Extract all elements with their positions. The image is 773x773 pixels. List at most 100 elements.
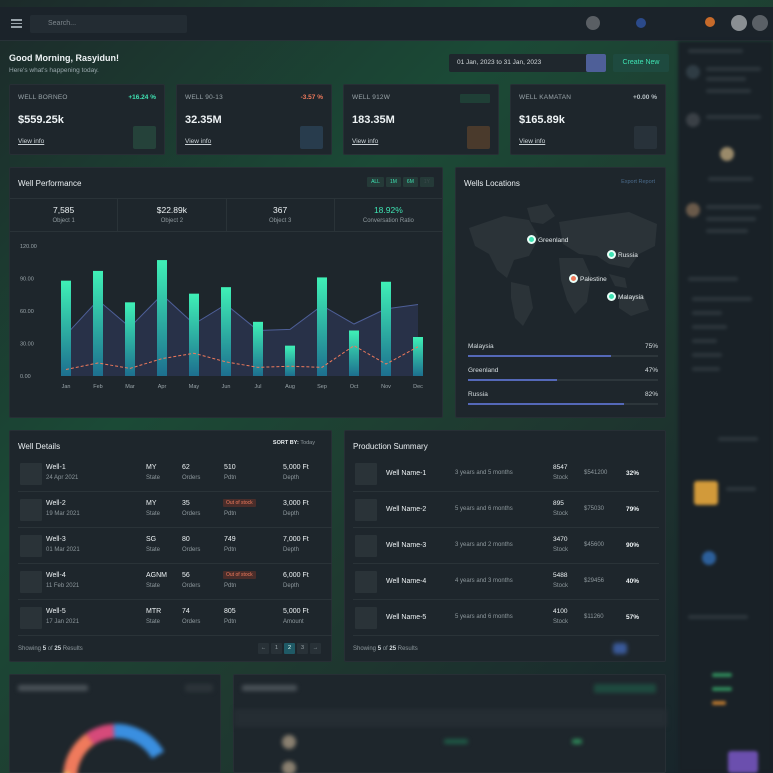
filter-6m-button[interactable]: 6M: [402, 177, 418, 187]
view-info-link[interactable]: View info: [185, 138, 211, 145]
state-label: State: [146, 511, 161, 517]
location-name: Greenland: [468, 367, 499, 374]
period-filter: ALL 1M 6M 1Y: [367, 177, 434, 187]
well-duration: 3 years and 5 months: [455, 470, 513, 476]
map-pin-palestine[interactable]: [569, 274, 578, 283]
page-2-button[interactable]: 2: [284, 643, 295, 654]
view-info-link[interactable]: View info: [519, 138, 545, 145]
filter-1y-button[interactable]: 1Y: [419, 177, 434, 187]
view-info-link[interactable]: View info: [18, 138, 44, 145]
map-pin-malaysia[interactable]: [607, 292, 616, 301]
settings-icon[interactable]: [752, 15, 768, 31]
world-map: [469, 204, 657, 326]
depth-label: Amount: [283, 619, 304, 625]
create-new-button[interactable]: Create New: [613, 54, 669, 72]
hamburger-menu-icon[interactable]: [11, 19, 22, 28]
table-row[interactable]: Well-5 17 Jan 2021 MTR State 74 Orders 8…: [18, 602, 332, 636]
progress-track: [468, 379, 658, 381]
stock-value: 5488: [553, 572, 568, 579]
table-row[interactable]: Well-3 01 Mar 2021 SG State 80 Orders 74…: [18, 530, 332, 564]
stock-value: 4100: [553, 608, 568, 615]
location-bar-russia: Russia 82%: [468, 391, 658, 405]
pagination-indicator[interactable]: [613, 643, 627, 654]
table-row[interactable]: Well-1 24 Apr 2021 MY State 62 Orders 51…: [18, 458, 332, 492]
export-report-button[interactable]: Export Report: [621, 179, 655, 185]
stat-value: 7,585: [52, 205, 75, 215]
next-page-button[interactable]: →: [310, 643, 321, 654]
well-name[interactable]: Well Name-5: [386, 614, 426, 621]
view-info-link[interactable]: View info: [352, 138, 378, 145]
pdtn-value: 749: [224, 536, 236, 543]
map-pin-greenland[interactable]: [527, 235, 536, 244]
messages-icon[interactable]: [636, 18, 646, 28]
orders-value: 62: [182, 464, 190, 471]
stat-object-1: 7,585 Object 1: [10, 199, 119, 231]
greeting-subtitle: Here's what's happening today.: [9, 67, 99, 74]
well-thumbnail: [20, 535, 42, 557]
orders-label: Orders: [182, 475, 201, 481]
pdtn-label: Pdtn: [224, 619, 237, 625]
y-tick-label: 0.00: [20, 374, 31, 380]
well-name[interactable]: Well Name-4: [386, 578, 426, 585]
well-name[interactable]: Well Name-3: [386, 542, 426, 549]
donut-chart-panel: [9, 674, 221, 773]
table-row[interactable]: Well Name-1 3 years and 5 months 8547 St…: [353, 458, 659, 492]
depth-value: 7,000 Ft: [283, 536, 309, 543]
well-name[interactable]: Well-3: [46, 536, 66, 543]
state-label: State: [146, 619, 161, 625]
search-input[interactable]: Search...: [30, 15, 187, 33]
kpi-change-badge: [460, 94, 490, 103]
notification-icon[interactable]: [586, 16, 600, 30]
filter-all-button[interactable]: ALL: [367, 177, 384, 187]
panel-title: Well Details: [18, 442, 61, 451]
well-name[interactable]: Well Name-2: [386, 506, 426, 513]
stat-value: $22.89k: [156, 205, 187, 215]
well-name[interactable]: Well-4: [46, 572, 66, 579]
stock-value: 8547: [553, 464, 568, 471]
activity-side-panel: [678, 41, 773, 773]
depth-value: 6,000 Ft: [283, 572, 309, 579]
top-bar: Search...: [0, 7, 773, 41]
table-row[interactable]: Well-4 11 Feb 2021 AGNM State 56 Orders …: [18, 566, 332, 600]
orders-value: 35: [182, 500, 190, 507]
table-row[interactable]: Well Name-3 3 years and 2 months 3470 St…: [353, 530, 659, 564]
table-row[interactable]: Well-2 19 Mar 2021 MY State 35 Orders Ou…: [18, 494, 332, 528]
cart-icon[interactable]: [705, 17, 715, 27]
pagination: ← 1 2 3 →: [258, 643, 321, 654]
state-label: State: [146, 475, 161, 481]
area-series: [66, 294, 418, 376]
page-3-button[interactable]: 3: [297, 643, 308, 654]
depth-value: 3,000 Ft: [283, 500, 309, 507]
calendar-icon[interactable]: [586, 54, 606, 72]
sort-by-dropdown[interactable]: SORT BY: Today: [273, 440, 315, 446]
date-range-picker[interactable]: 01 Jan, 2023 to 31 Jan, 2023: [449, 54, 606, 72]
location-bar-malaysia: Malaysia 75%: [468, 343, 658, 357]
performance-stats: 7,585 Object 1 $22.89k Object 2 367 Object …: [10, 198, 442, 232]
bar-dec: [413, 337, 423, 376]
kpi-card-well-912w: WELL 912W 183.35M View info: [343, 84, 499, 155]
price-value: $29456: [584, 578, 605, 584]
well-date: 01 Mar 2021: [46, 547, 80, 553]
state-code: SG: [146, 536, 157, 543]
well-name[interactable]: Well-1: [46, 464, 66, 471]
depth-label: Depth: [283, 475, 300, 481]
map-pin-russia[interactable]: [607, 250, 616, 259]
prev-page-button[interactable]: ←: [258, 643, 269, 654]
well-thumbnail: [355, 607, 377, 629]
well-duration: 5 years and 6 months: [455, 614, 513, 620]
filter-1m-button[interactable]: 1M: [385, 177, 401, 187]
well-name[interactable]: Well-5: [46, 608, 66, 615]
avatar[interactable]: [731, 15, 747, 31]
pdtn-value: 805: [224, 608, 236, 615]
well-name[interactable]: Well-2: [46, 500, 66, 507]
page-1-button[interactable]: 1: [271, 643, 282, 654]
location-percent: 75%: [644, 343, 658, 350]
x-tick-label: Nov: [381, 384, 391, 390]
donut-chart: [63, 723, 165, 773]
bar-aug: [285, 345, 295, 376]
table-row[interactable]: Well Name-2 5 years and 6 months 895 Sto…: [353, 494, 659, 528]
table-row[interactable]: Well Name-5 5 years and 6 months 4100 St…: [353, 602, 659, 636]
kpi-icon: [133, 126, 156, 149]
well-name[interactable]: Well Name-1: [386, 470, 426, 477]
table-row[interactable]: Well Name-4 4 years and 3 months 5488 St…: [353, 566, 659, 600]
